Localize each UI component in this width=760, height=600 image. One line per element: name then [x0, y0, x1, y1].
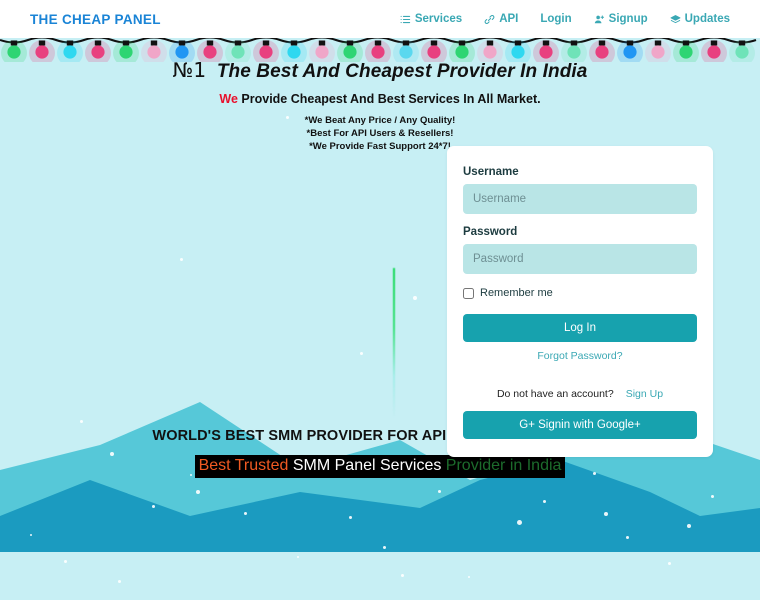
hero-subtitle: We Provide Cheapest And Best Services In…: [0, 92, 760, 106]
user-plus-icon: [594, 14, 605, 25]
signup-question: Do not have an account?: [496, 388, 614, 400]
hero-title-text: The Best And Cheapest Provider In India: [216, 61, 588, 82]
remember-me-row: Remember me: [463, 287, 697, 299]
remember-me-checkbox[interactable]: [463, 287, 474, 299]
hero-sub-rest: Provide Cheapest And Best Services In Al…: [237, 92, 541, 106]
login-card: Username Password Remember me Log In For…: [447, 146, 713, 457]
hero-sub-highlight: We: [219, 92, 238, 106]
signup-prompt-row: Do not have an account? Sign Up: [463, 388, 697, 400]
hero-bullet-2: *Best For API Users & Resellers!: [306, 127, 454, 139]
nav-item-api[interactable]: API: [484, 13, 518, 25]
google-signin-button[interactable]: G+ Signin with Google+: [463, 411, 697, 439]
hero-section: №1 The Best And Cheapest Provider In Ind…: [0, 58, 760, 153]
login-button[interactable]: Log In: [463, 314, 697, 342]
username-input[interactable]: [463, 184, 697, 214]
typed-text-white: SMM Panel Services: [288, 457, 446, 474]
layers-icon: [670, 14, 681, 25]
username-label: Username: [463, 166, 519, 178]
link-icon: [484, 14, 495, 25]
list-icon: [400, 14, 411, 25]
nav-item-services[interactable]: Services: [400, 13, 462, 25]
nav-item-signup[interactable]: Signup: [594, 13, 648, 25]
site-logo[interactable]: THE CHEAP PANEL: [30, 12, 161, 27]
nav-links: Services API Login Signup Updates: [400, 13, 730, 25]
light-streak-decoration: [393, 268, 395, 418]
password-input[interactable]: [463, 244, 697, 274]
forgot-password-link[interactable]: Forgot Password?: [463, 350, 697, 362]
nav-label-api: API: [499, 13, 519, 25]
nav-label-login: Login: [540, 13, 572, 25]
nav-label-updates: Updates: [684, 13, 730, 25]
page-root: THE CHEAP PANEL Services API Login Signu…: [0, 0, 760, 600]
typed-text-green: Provider in India: [445, 457, 562, 474]
hero-bullet-1: *We Beat Any Price / Any Quality!: [304, 115, 456, 126]
password-label: Password: [463, 226, 518, 238]
top-navbar: THE CHEAP PANEL Services API Login Signu…: [0, 0, 760, 38]
typing-banner: Best Trusted SMM Panel Services Provider…: [194, 455, 566, 479]
remember-me-label: Remember me: [480, 287, 553, 299]
signup-link[interactable]: Sign Up: [626, 388, 663, 400]
nav-label-services: Services: [414, 13, 463, 25]
typed-text-orange: Best Trusted: [198, 457, 289, 474]
nav-item-login[interactable]: Login: [540, 13, 571, 25]
nav-label-signup: Signup: [608, 13, 648, 25]
nav-item-updates[interactable]: Updates: [670, 13, 730, 25]
string-lights-decoration: [0, 36, 760, 62]
